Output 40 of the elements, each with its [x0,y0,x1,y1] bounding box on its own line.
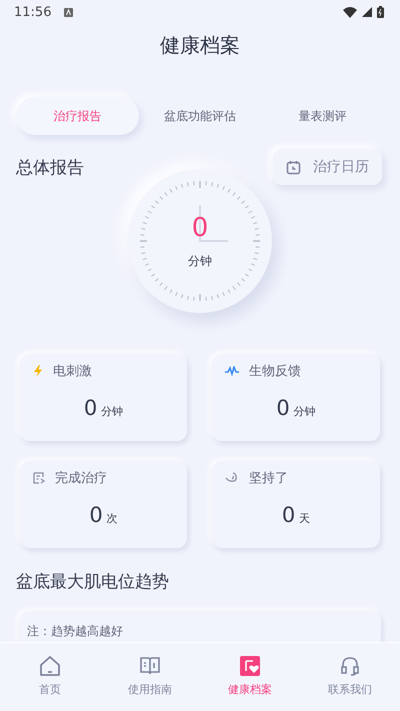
health-record-icon [239,654,261,676]
home-icon [39,654,61,676]
stat-label: 生物反馈 [249,363,301,380]
stat-value: 0 [84,396,98,420]
waveform-icon [225,366,239,376]
stat-value: 0 [276,396,290,420]
headset-icon [339,654,361,676]
chart-note: 注：趋势越高越好 [27,624,123,638]
total-minutes-unit: 分钟 [188,253,212,270]
tab[interactable]: 治疗报告 [16,97,139,135]
stat-unit: 天 [299,511,310,526]
seat-icon [225,472,239,484]
calendar-button[interactable]: 治疗日历 [273,149,382,185]
stat-value: 0 [282,503,296,527]
stat-label: 坚持了 [249,470,288,487]
signal-icon [362,7,372,17]
calendar-icon [286,160,301,174]
wifi-icon [343,6,357,18]
stat-label: 电刺激 [53,363,92,380]
page-title: 健康档案 [160,32,240,59]
section-title: 总体报告 [16,156,84,178]
notification-icon [64,8,74,16]
stat-label: 完成治疗 [55,470,107,487]
nav-item[interactable]: 首页 [0,643,100,711]
nav-item[interactable]: 联系我们 [300,643,400,711]
nav-item[interactable]: 健康档案 [200,643,300,711]
book-icon [139,654,161,676]
stat-unit: 分钟 [101,404,124,419]
tab[interactable]: 量表测评 [261,97,384,135]
battery-icon [377,6,384,18]
document-icon [33,472,45,484]
stat-value: 0 [89,503,103,527]
section-title: 盆底最大肌电位趋势 [16,571,170,593]
stat-unit: 次 [106,511,118,526]
stat-unit: 分钟 [294,404,316,419]
total-minutes-value: 0 [192,213,208,243]
lightning-icon [33,365,43,377]
tab[interactable]: 盆底功能评估 [138,97,262,135]
nav-item[interactable]: 使用指南 [100,643,200,711]
status-time: 11:56 [14,4,52,20]
